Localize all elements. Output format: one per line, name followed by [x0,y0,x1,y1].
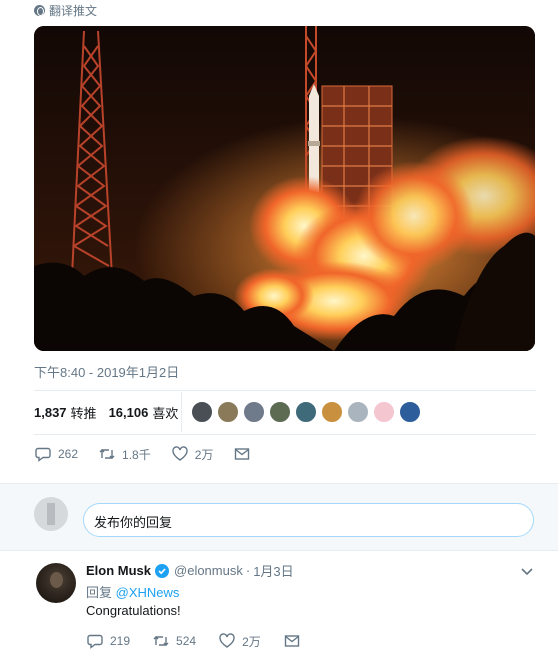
retweets-label[interactable]: 转推 [71,403,97,422]
chevron-down-icon[interactable] [520,564,534,578]
mention-link[interactable]: @XHNews [116,585,180,600]
separator-dot: · [245,563,251,578]
globe-icon [34,4,45,16]
translate-tweet-link[interactable]: 翻译推文 [34,2,97,18]
liker-avatar[interactable] [373,401,395,423]
like-count: 2万 [194,447,214,462]
envelope-icon [233,445,251,463]
reply-button[interactable]: 219 [86,632,130,650]
liker-avatar[interactable] [269,401,291,423]
tweet-photo[interactable] [34,26,535,351]
stats-separator [181,392,182,432]
reply-author-avatar[interactable] [36,563,76,603]
like-count: 2万 [242,634,261,649]
reply-author-handle[interactable]: @elonmusk [174,563,243,578]
reply-count: 262 [58,447,79,461]
reply-header: Elon Musk @elonmusk · 1月3日 [86,561,294,580]
reply-date[interactable]: 1月3日 [253,561,293,580]
liker-avatar[interactable] [321,401,343,423]
liker-avatar[interactable] [243,401,265,423]
retweet-button[interactable]: 1.8千 [98,445,151,463]
divider [34,434,536,435]
liker-avatar[interactable] [191,401,213,423]
direct-message-button[interactable] [233,445,257,463]
verified-badge-icon [155,563,170,578]
retweet-button[interactable]: 524 [152,632,196,650]
replying-prefix: 回复 [86,585,113,600]
retweet-icon [152,632,170,650]
tweet-timestamp[interactable]: 下午8:40 - 2019年1月2日 [34,362,179,381]
reply-button[interactable]: 262 [34,445,78,463]
heart-icon [171,445,189,463]
rocket-launch-image [34,26,535,351]
reply-actions: 219 524 2万 [86,631,329,651]
reply-icon [86,632,104,650]
liker-avatar[interactable] [399,401,421,423]
like-button[interactable]: 2万 [171,445,214,463]
liker-avatar[interactable] [347,401,369,423]
reply-author-name[interactable]: Elon Musk [86,563,151,578]
liker-avatar[interactable] [295,401,317,423]
retweets-count[interactable]: 1,837 [34,405,67,420]
replying-to: 回复 @XHNews [86,582,179,601]
reply-text: Congratulations! [86,603,181,618]
likes-label[interactable]: 喜欢 [152,403,178,422]
retweet-icon [98,445,116,463]
like-button[interactable]: 2万 [218,632,261,650]
user-avatar[interactable] [34,497,68,531]
likes-count[interactable]: 16,106 [109,405,149,420]
divider [34,390,536,391]
envelope-icon [283,632,301,650]
tweet-actions: 262 1.8千 2万 [34,444,277,464]
liker-avatar[interactable] [217,401,239,423]
direct-message-button[interactable] [283,632,307,650]
translate-label: 翻译推文 [49,3,98,18]
retweet-count: 524 [176,634,197,648]
reply-count: 219 [110,634,131,648]
liker-avatars [191,401,425,423]
tweet-stats: 1,837 转推 16,106 喜欢 [34,398,190,426]
reply-input[interactable]: 发布你的回复 [83,503,534,537]
retweet-count: 1.8千 [122,447,151,462]
reply-icon [34,445,52,463]
heart-icon [218,632,236,650]
